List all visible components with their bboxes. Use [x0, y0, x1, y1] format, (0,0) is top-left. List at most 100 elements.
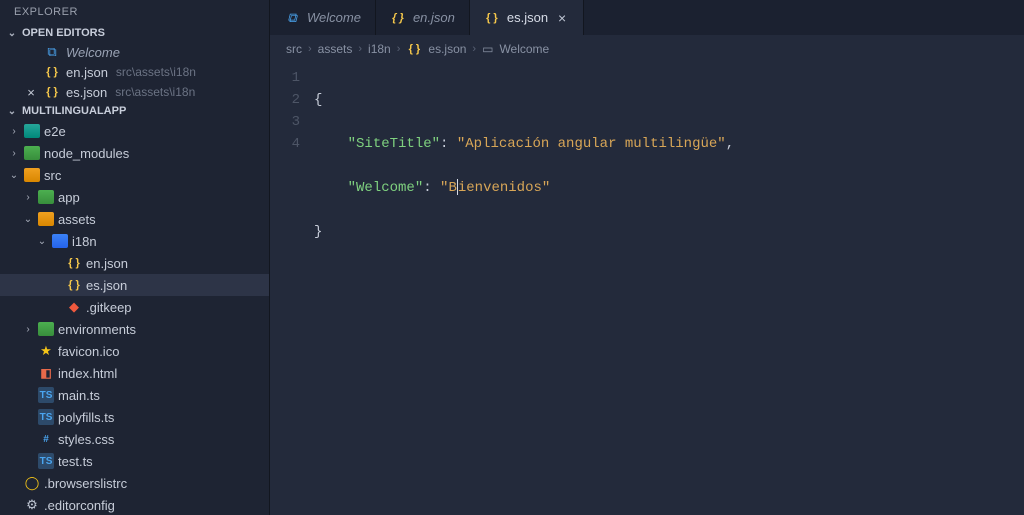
file-row[interactable]: #styles.css [0, 428, 269, 450]
chevron-down-icon: ⌄ [6, 106, 18, 117]
explorer-title: EXPLORER [0, 0, 269, 24]
file-row[interactable]: { } es.json [0, 274, 269, 296]
open-editor-item[interactable]: × { } es.json src\assets\i18n [0, 82, 269, 102]
code-token: "Aplicación angular multilingüe" [457, 136, 726, 152]
breadcrumb-part[interactable]: assets [318, 42, 353, 56]
vscode-icon: ⧉ [284, 10, 300, 26]
chevron-icon: ⌄ [8, 170, 20, 181]
open-editor-item[interactable]: ⧉ Welcome [0, 42, 269, 62]
tree-label: en.json [86, 256, 128, 271]
file-row[interactable]: ◆ .gitkeep [0, 296, 269, 318]
breadcrumb[interactable]: src › assets › i18n › { } es.json › ▭ We… [270, 35, 1024, 63]
tree-label: .gitkeep [86, 300, 132, 315]
open-editor-path: src\assets\i18n [116, 65, 196, 79]
project-header[interactable]: ⌄ MULTILINGUALAPP [0, 102, 269, 120]
json-icon: { } [406, 41, 422, 57]
close-icon[interactable]: × [555, 10, 569, 26]
json-icon: { } [390, 10, 406, 26]
chevron-icon: ⌄ [22, 214, 34, 225]
symbol-icon: ▭ [482, 42, 493, 56]
code-content[interactable]: { "SiteTitle": "Aplicación angular multi… [314, 67, 1024, 515]
folder-row[interactable]: › app [0, 186, 269, 208]
line-number: 1 [270, 67, 300, 89]
folder-row[interactable]: › environments [0, 318, 269, 340]
file-tree: ›e2e›node_modules⌄src›app⌄assets⌄i18n{ }… [0, 120, 269, 515]
tree-label: environments [58, 322, 136, 337]
gear-icon: ⚙ [24, 497, 40, 513]
editor-area: ⧉ Welcome { } en.json { } es.json × src … [270, 0, 1024, 515]
file-row[interactable]: ◯ .browserslistrc [0, 472, 269, 494]
tab-label: Welcome [307, 10, 361, 25]
chevron-icon: › [22, 324, 34, 335]
code-editor[interactable]: 1 2 3 4 { "SiteTitle": "Aplicación angul… [270, 63, 1024, 515]
chevron-icon: › [22, 192, 34, 203]
folder-row[interactable]: ⌄assets [0, 208, 269, 230]
json-icon: { } [66, 277, 82, 293]
tree-label: src [44, 168, 61, 183]
vscode-icon: ⧉ [44, 44, 60, 60]
chevron-right-icon: › [308, 43, 312, 55]
git-icon: ◆ [66, 299, 82, 315]
json-icon: { } [66, 255, 82, 271]
breadcrumb-part[interactable]: i18n [368, 42, 391, 56]
code-token: : [440, 136, 457, 152]
tree-label: e2e [44, 124, 66, 139]
open-editors-label: OPEN EDITORS [22, 27, 105, 39]
tree-label: app [58, 190, 80, 205]
file-row[interactable]: TStest.ts [0, 450, 269, 472]
json-icon: { } [44, 64, 60, 80]
folder-icon [38, 322, 54, 336]
folder-row[interactable]: › node_modules [0, 142, 269, 164]
tree-label: .browserslistrc [44, 476, 127, 491]
tab-label: en.json [413, 10, 455, 25]
line-gutter: 1 2 3 4 [270, 67, 314, 515]
file-row[interactable]: TSmain.ts [0, 384, 269, 406]
breadcrumb-part[interactable]: src [286, 42, 302, 56]
tree-label: es.json [86, 278, 127, 293]
ts-icon: TS [38, 453, 54, 469]
open-editor-path: src\assets\i18n [115, 85, 195, 99]
tree-label: index.html [58, 366, 117, 381]
code-token: "SiteTitle" [348, 136, 440, 152]
code-token: { [314, 92, 322, 108]
open-editor-item[interactable]: { } en.json src\assets\i18n [0, 62, 269, 82]
folder-icon [38, 212, 54, 226]
chevron-down-icon: ⌄ [6, 28, 18, 39]
ring-icon: ◯ [24, 475, 40, 491]
folder-icon [24, 124, 40, 138]
folder-row[interactable]: ⌄ src [0, 164, 269, 186]
tab-bar: ⧉ Welcome { } en.json { } es.json × [270, 0, 1024, 35]
project-title: MULTILINGUALAPP [22, 105, 126, 117]
chevron-icon: ⌄ [36, 236, 48, 247]
file-row[interactable]: ★favicon.ico [0, 340, 269, 362]
line-number: 2 [270, 89, 300, 111]
folder-row[interactable]: ⌄ i18n [0, 230, 269, 252]
breadcrumb-part[interactable]: es.json [428, 42, 466, 56]
open-editors-header[interactable]: ⌄ OPEN EDITORS [0, 24, 269, 42]
tab-en-json[interactable]: { } en.json [376, 0, 470, 35]
chevron-icon: › [8, 148, 20, 159]
tree-label: polyfills.ts [58, 410, 114, 425]
chevron-icon: › [8, 126, 20, 137]
tab-welcome[interactable]: ⧉ Welcome [270, 0, 376, 35]
folder-icon [24, 168, 40, 182]
file-row[interactable]: ⚙ .editorconfig [0, 494, 269, 515]
open-editor-label: Welcome [66, 45, 120, 60]
tree-label: node_modules [44, 146, 129, 161]
close-icon[interactable]: × [24, 85, 38, 100]
css-icon: # [38, 431, 54, 447]
folder-icon [52, 234, 68, 248]
file-row[interactable]: TSpolyfills.ts [0, 406, 269, 428]
code-token: , [726, 136, 734, 152]
code-token: "Welcome" [348, 180, 424, 196]
line-number: 3 [270, 111, 300, 133]
tree-label: i18n [72, 234, 97, 249]
file-row[interactable]: ◧index.html [0, 362, 269, 384]
code-token: } [314, 224, 322, 240]
breadcrumb-part[interactable]: Welcome [499, 42, 549, 56]
code-token: "B [440, 180, 457, 196]
folder-row[interactable]: › e2e [0, 120, 269, 142]
file-row[interactable]: { } en.json [0, 252, 269, 274]
tab-es-json[interactable]: { } es.json × [470, 0, 584, 35]
tree-label: .editorconfig [44, 498, 115, 513]
